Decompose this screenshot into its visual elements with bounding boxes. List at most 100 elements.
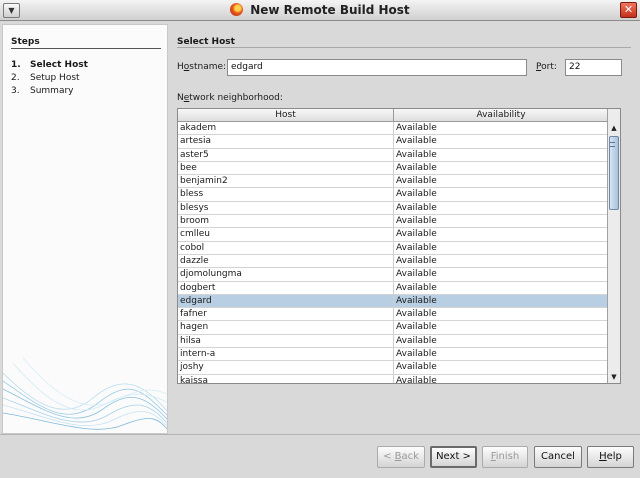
host-cell: edgard — [178, 294, 394, 308]
table-row[interactable]: hagen Available — [178, 321, 608, 335]
column-header-availability[interactable]: Availability — [394, 109, 608, 122]
table-row[interactable]: hilsa Available — [178, 334, 608, 349]
decorative-waves-graphic — [3, 357, 167, 430]
availability-cell: Available — [396, 216, 437, 227]
hostname-input[interactable]: edgard — [227, 59, 527, 76]
availability-cell: Available — [396, 229, 437, 240]
availability-cell: Available — [396, 269, 437, 280]
finish-button-suffix: inish — [495, 451, 520, 462]
content-panel: Select Host Hostname: edgard Port: 22 Ne… — [168, 24, 636, 434]
column-header-host[interactable]: Host — [178, 109, 394, 122]
availability-cell: Available — [396, 149, 437, 160]
availability-cell: Available — [396, 162, 437, 173]
back-mnemonic: B — [394, 451, 402, 462]
host-cell: benjamin2 — [178, 175, 394, 189]
table-row[interactable]: bless Available — [178, 188, 608, 202]
availability-cell: Available — [396, 136, 437, 147]
host-cell: bee — [178, 161, 394, 175]
steps-divider — [11, 48, 161, 49]
table-row[interactable]: kaissa Available — [178, 374, 608, 384]
finish-button[interactable]: Finish — [482, 446, 528, 468]
scrollbar-grip-icon — [610, 142, 615, 147]
scroll-up-arrow-icon[interactable]: ▲ — [608, 122, 620, 134]
availability-cell: Available — [396, 322, 437, 333]
table-row[interactable]: intern-a Available — [178, 348, 608, 362]
host-cell: hilsa — [178, 334, 394, 348]
host-cell: cmlleu — [178, 228, 394, 242]
next-button[interactable]: Next > — [430, 446, 477, 468]
table-row[interactable]: bee Available — [178, 161, 608, 176]
title-bar: ▼ New Remote Build Host ✕ — [0, 0, 640, 21]
port-input[interactable]: 22 — [565, 59, 622, 76]
availability-cell: Available — [396, 335, 437, 346]
steps-panel: Steps 1. Select Host 2. Setup Host 3. Summary — [2, 24, 168, 434]
table-row[interactable]: blesys Available — [178, 201, 608, 216]
host-cell: akadem — [178, 122, 394, 135]
availability-cell: Available — [396, 189, 437, 200]
host-cell: dazzle — [178, 254, 394, 268]
hostname-label: Hostname: — [177, 62, 226, 72]
availability-cell: Available — [396, 295, 437, 306]
table-row[interactable]: artesia Available — [178, 135, 608, 149]
table-row[interactable]: edgard Available — [178, 294, 608, 309]
table-row[interactable]: aster5 Available — [178, 148, 608, 162]
availability-cell: Available — [396, 123, 437, 133]
availability-cell: Available — [396, 309, 437, 320]
table-header: Host Availability — [178, 109, 608, 122]
step-number: 3. — [11, 86, 20, 96]
section-divider — [177, 47, 631, 48]
scrollbar-thumb[interactable] — [609, 136, 619, 210]
host-cell: cobol — [178, 241, 394, 255]
cancel-button[interactable]: Cancel — [534, 446, 582, 468]
availability-cell: Available — [396, 255, 437, 266]
table-row[interactable]: djomolungma Available — [178, 268, 608, 282]
step-item: 2. Setup Host — [11, 72, 88, 85]
availability-cell: Available — [396, 375, 437, 384]
host-cell: hagen — [178, 321, 394, 335]
availability-cell: Available — [396, 202, 437, 213]
hostname-label-start: H — [177, 62, 184, 72]
table-row[interactable]: dogbert Available — [178, 281, 608, 295]
host-cell: fafner — [178, 308, 394, 322]
table-row[interactable]: cobol Available — [178, 241, 608, 255]
host-cell: intern-a — [178, 348, 394, 362]
host-cell: joshy — [178, 361, 394, 375]
host-cell: kaissa — [178, 374, 394, 383]
host-cell: djomolungma — [178, 268, 394, 282]
back-button[interactable]: < Back — [377, 446, 425, 468]
back-button-prefix: < — [383, 451, 395, 462]
network-neighborhood-label: Network neighborhood: — [177, 93, 283, 103]
hosts-table: Host Availability akadem Available artesia… — [177, 108, 621, 384]
close-icon: ✕ — [623, 3, 634, 16]
step-item: 3. Summary — [11, 85, 88, 98]
table-row[interactable]: akadem Available — [178, 122, 608, 136]
table-row[interactable]: dazzle Available — [178, 254, 608, 269]
button-bar: < Back Next > Finish Cancel Help — [0, 434, 640, 478]
availability-cell: Available — [396, 282, 437, 293]
title-wrap: New Remote Build Host — [0, 3, 640, 17]
host-cell: broom — [178, 215, 394, 229]
step-number: 2. — [11, 73, 20, 83]
port-label: Port: — [536, 62, 557, 72]
availability-cell: Available — [396, 362, 437, 373]
window-title: New Remote Build Host — [250, 3, 410, 17]
availability-cell: Available — [396, 242, 437, 253]
step-number: 1. — [11, 60, 21, 70]
table-row[interactable]: joshy Available — [178, 361, 608, 375]
availability-cell: Available — [396, 349, 437, 360]
table-row[interactable]: cmlleu Available — [178, 228, 608, 242]
table-row[interactable]: benjamin2 Available — [178, 175, 608, 189]
help-button[interactable]: Help — [587, 446, 634, 468]
vertical-scrollbar[interactable]: ▲ ▼ — [607, 109, 620, 383]
host-cell: artesia — [178, 135, 394, 149]
close-button[interactable]: ✕ — [620, 2, 637, 18]
hostname-label-end: stname: — [189, 62, 227, 72]
step-item: 1. Select Host — [11, 59, 88, 72]
scroll-down-arrow-icon[interactable]: ▼ — [608, 371, 620, 383]
host-cell: aster5 — [178, 148, 394, 162]
neighborhood-label-start: N — [177, 93, 184, 103]
back-button-suffix: ack — [401, 451, 419, 462]
table-row[interactable]: broom Available — [178, 215, 608, 229]
netbeans-icon — [230, 3, 244, 16]
table-row[interactable]: fafner Available — [178, 308, 608, 322]
